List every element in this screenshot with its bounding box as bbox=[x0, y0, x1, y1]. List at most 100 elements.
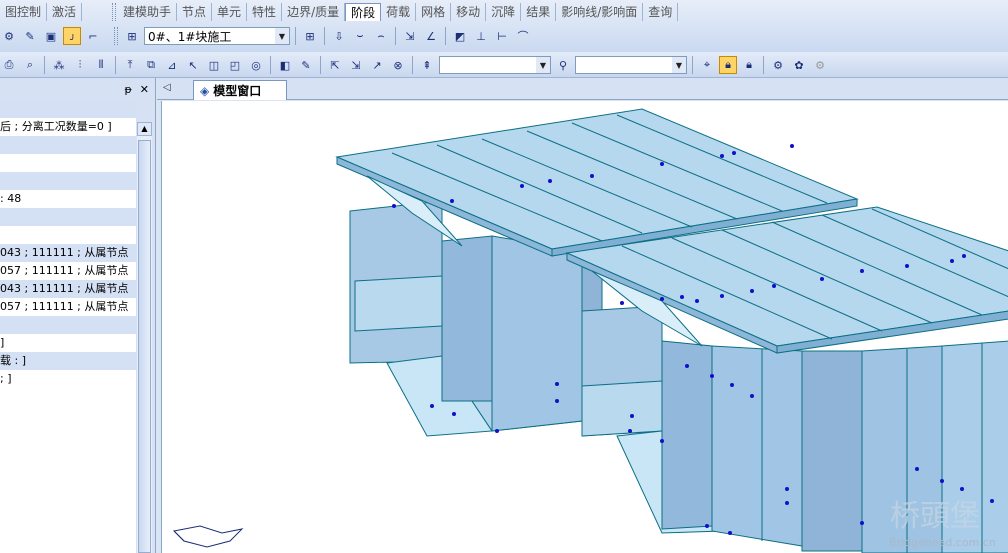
stage-define-icon[interactable]: ⊞ bbox=[301, 27, 319, 45]
watermark: 桥頭堡 Bridgehead.com.cn bbox=[889, 499, 996, 549]
chevron-down-icon[interactable]: ▼ bbox=[536, 57, 550, 73]
tab-query[interactable]: 查询 bbox=[643, 3, 679, 21]
activate-icon[interactable]: ⌖ bbox=[698, 56, 716, 74]
pane-scrollbar[interactable]: ▲ bbox=[137, 122, 152, 553]
select-circle-icon[interactable]: ◎ bbox=[247, 56, 265, 74]
tab-activate[interactable]: 激活 bbox=[47, 3, 83, 21]
message-line: : 48 bbox=[0, 192, 22, 205]
message-line bbox=[0, 316, 136, 334]
model-window-label: 模型窗口 bbox=[213, 84, 262, 98]
select-window-icon[interactable]: ⧉ bbox=[142, 56, 160, 74]
message-line: 057 ; 111111 ; 从属节点 bbox=[0, 300, 129, 313]
model-viewport[interactable]: 桥頭堡 Bridgehead.com.cn bbox=[161, 101, 1008, 553]
message-line bbox=[0, 172, 136, 190]
arrow-load-icon[interactable]: ⊢ bbox=[493, 27, 511, 45]
monitor-icon[interactable]: ▣ bbox=[42, 27, 60, 45]
coordinate-select[interactable]: ▼ bbox=[575, 56, 687, 74]
chevron-down-icon[interactable]: ▼ bbox=[672, 57, 686, 73]
view-toolbar: ⚙ ✎ ▣ ᴊ ⌐ bbox=[0, 25, 102, 47]
tab-model-window[interactable]: ◈ 模型窗口 bbox=[193, 80, 287, 100]
lock-active-icon[interactable]: 🔒︎ bbox=[719, 56, 737, 74]
cable-icon[interactable]: ⌣ bbox=[351, 27, 369, 45]
axis-icon[interactable]: ⌐ bbox=[84, 27, 102, 45]
toolbar-grip[interactable] bbox=[112, 3, 116, 21]
print-icon[interactable]: ⎙ bbox=[0, 56, 18, 74]
select-volume-icon[interactable]: ◰ bbox=[226, 56, 244, 74]
separator bbox=[692, 56, 693, 74]
deselect-cursor-icon[interactable]: ↗ bbox=[368, 56, 386, 74]
bridge-model-drawing: 桥頭堡 Bridgehead.com.cn bbox=[172, 108, 1008, 553]
select-cursor-icon[interactable]: ↖ bbox=[184, 56, 202, 74]
tab-stage[interactable]: 阶段 bbox=[345, 3, 382, 21]
select-polygon-icon[interactable]: ⊿ bbox=[163, 56, 181, 74]
render-icon[interactable]: ✎ bbox=[21, 27, 39, 45]
deselect-window-icon[interactable]: ⇲ bbox=[347, 56, 365, 74]
group-icon[interactable]: ⁂ bbox=[50, 56, 68, 74]
select-toolbar-icons: ⎙ ⌕ ⁂ ⫶ ⫴ ⤒ ⧉ ⊿ ↖ ◫ ◰ ◎ ◧ ✎ ⇱ ⇲ ↗ ⊗ ⇞ ▼ … bbox=[0, 54, 829, 76]
pane-header: ᵽ ✕ bbox=[0, 78, 155, 100]
tab-boundary-mass[interactable]: 边界/质量 bbox=[282, 3, 346, 21]
tendon-icon[interactable]: ⌢ bbox=[372, 27, 390, 45]
select-prop-icon[interactable]: ◧ bbox=[276, 56, 294, 74]
selection-filter-select[interactable]: ▼ bbox=[439, 56, 551, 74]
message-line: 043 ; 111111 ; 从属节点 bbox=[0, 244, 136, 262]
select-single-icon[interactable]: ⤒ bbox=[121, 56, 139, 74]
graph-icon[interactable]: ∠ bbox=[422, 27, 440, 45]
load-stage-icon[interactable]: ⇩ bbox=[330, 27, 348, 45]
main-tabstrip: 建模助手 节点 单元 特性 边界/质量 阶段 荷载 网格 移动 沉降 结果 影响… bbox=[110, 2, 679, 22]
group-tool-icon[interactable]: ⚙ bbox=[769, 56, 787, 74]
message-line: ; ] bbox=[0, 372, 12, 385]
close-icon[interactable]: ✕ bbox=[140, 83, 149, 96]
tab-load[interactable]: 荷载 bbox=[381, 3, 417, 21]
message-line bbox=[0, 154, 136, 172]
pointer-icon[interactable]: ⇞ bbox=[418, 56, 436, 74]
message-line bbox=[0, 226, 136, 244]
preview-icon[interactable]: ⌕ bbox=[21, 56, 39, 74]
ground-icon[interactable]: ⊥ bbox=[472, 27, 490, 45]
toolbar-grip[interactable] bbox=[114, 27, 118, 45]
message-line bbox=[0, 208, 136, 226]
tab-element[interactable]: 单元 bbox=[212, 3, 248, 21]
stage-manager-icon[interactable]: ⊞ bbox=[123, 27, 141, 45]
deselect-icon[interactable]: ⇱ bbox=[326, 56, 344, 74]
separator bbox=[763, 56, 764, 74]
lock-icon[interactable]: 🔒︎ bbox=[740, 56, 758, 74]
tab-results[interactable]: 结果 bbox=[521, 3, 557, 21]
tab-settlement[interactable]: 沉降 bbox=[486, 3, 522, 21]
tab-view-control[interactable]: 图控制 bbox=[0, 3, 48, 21]
snap-icon[interactable]: ⚙ bbox=[0, 27, 18, 45]
tab-influence-line[interactable]: 影响线/影响面 bbox=[556, 3, 644, 21]
hidden-line-icon[interactable]: ᴊ bbox=[63, 27, 81, 45]
stage-select-value: 0#、1#块施工 bbox=[148, 29, 232, 44]
stage-select[interactable]: 0#、1#块施工 ▼ bbox=[144, 27, 290, 45]
separator bbox=[412, 56, 413, 74]
message-line: 载 : ] bbox=[0, 352, 136, 370]
camber-icon[interactable]: ⇲ bbox=[401, 27, 419, 45]
tab-mesh[interactable]: 网格 bbox=[416, 3, 452, 21]
palette-icon[interactable]: ✿ bbox=[790, 56, 808, 74]
message-line: ] bbox=[0, 336, 5, 349]
select-edit-icon[interactable]: ✎ bbox=[297, 56, 315, 74]
tab-modeling-assistant[interactable]: 建模助手 bbox=[118, 3, 178, 21]
tab-scroll-left-icon[interactable]: ◁ bbox=[163, 82, 171, 93]
scroll-thumb[interactable] bbox=[138, 140, 151, 553]
message-line bbox=[0, 136, 136, 154]
tab-move[interactable]: 移动 bbox=[451, 3, 487, 21]
cable-sag-icon[interactable]: ⌒ bbox=[514, 27, 532, 45]
tab-property[interactable]: 特性 bbox=[247, 3, 283, 21]
tree-icon[interactable]: ⫴ bbox=[92, 56, 110, 74]
coordinate-icon[interactable]: ⚲ bbox=[554, 56, 572, 74]
select-plane-icon[interactable]: ◫ bbox=[205, 56, 223, 74]
separator bbox=[115, 56, 116, 74]
message-line: 后 ; 分离工况数量=0 ] bbox=[0, 120, 112, 133]
message-line: 043 ; 111111 ; 从属节点 bbox=[0, 280, 136, 298]
chevron-down-icon[interactable]: ▼ bbox=[275, 28, 289, 44]
tab-node[interactable]: 节点 bbox=[177, 3, 213, 21]
axis-gizmo bbox=[172, 525, 244, 548]
pin-icon[interactable]: ᵽ bbox=[124, 83, 131, 96]
deselect-all-icon[interactable]: ⊗ bbox=[389, 56, 407, 74]
scroll-up-icon[interactable]: ▲ bbox=[137, 122, 152, 136]
box-section-icon[interactable]: ◩ bbox=[451, 27, 469, 45]
svg-text:Bridgehead.com.cn: Bridgehead.com.cn bbox=[889, 536, 996, 549]
filter-icon[interactable]: ⫶ bbox=[71, 56, 89, 74]
